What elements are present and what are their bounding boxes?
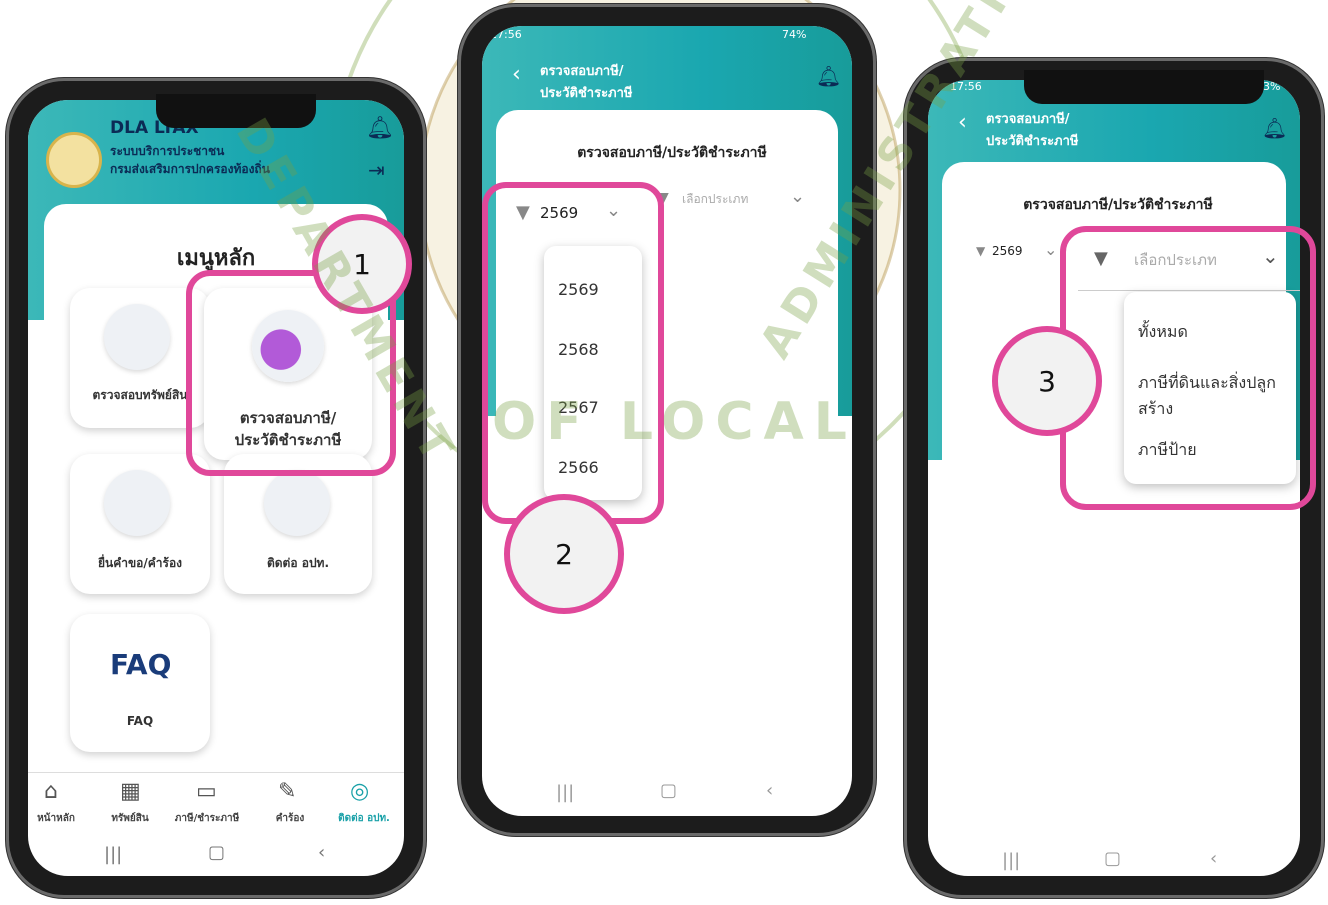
- tab-contact[interactable]: ติดต่อ อปท.: [324, 811, 404, 826]
- clipboard-plus-icon: [104, 470, 170, 536]
- bell-icon[interactable]: 🔔︎: [1262, 116, 1287, 140]
- building-tab-icon[interactable]: ▦: [120, 779, 141, 804]
- android-back-button[interactable]: ‹: [766, 780, 773, 801]
- tab-tax-payment[interactable]: ภาษี/ชำระภาษี: [162, 811, 252, 826]
- android-recents-button[interactable]: |||: [1002, 850, 1020, 871]
- back-chevron-icon[interactable]: ‹: [958, 110, 967, 135]
- edit-icon[interactable]: ✎: [278, 779, 296, 804]
- headphones-icon: [264, 470, 330, 536]
- bell-icon[interactable]: 🔔︎: [366, 116, 394, 141]
- android-home-button[interactable]: ▢: [1104, 848, 1121, 869]
- app-logo: [46, 132, 102, 188]
- filter-icon: ▼: [976, 244, 986, 258]
- android-home-button[interactable]: ▢: [208, 842, 225, 863]
- header-title-2: ประวัติชำระภาษี: [540, 86, 633, 101]
- phone-frame-1: DLA LTAX ระบบบริการประชาชน กรมส่งเสริมกา…: [6, 78, 426, 898]
- android-recents-button[interactable]: |||: [104, 844, 122, 865]
- faq-icon: FAQ: [110, 648, 172, 681]
- status-battery: 74%: [782, 28, 807, 41]
- year-select[interactable]: 2569: [992, 244, 1023, 258]
- bottom-tab-bar: ⌂ หน้าหลัก ▦ ทรัพย์สิน ▭ ภาษี/ชำระภาษี ✎…: [28, 772, 404, 833]
- tile-request[interactable]: ยื่นคำขอ/คำร้อง: [70, 454, 210, 594]
- card-title: ตรวจสอบภาษี/ประวัติชำระภาษี: [577, 145, 767, 161]
- watermark-text-of-local: OF LOCAL: [492, 392, 857, 452]
- card-title: ตรวจสอบภาษี/ประวัติชำระภาษี: [1023, 197, 1213, 213]
- android-home-button[interactable]: ▢: [660, 780, 677, 801]
- tile-contact-label: ติดต่อ อปท.: [266, 556, 330, 570]
- step-badge-3: 3: [992, 326, 1102, 436]
- android-back-button[interactable]: ‹: [1210, 848, 1217, 869]
- step-badge-2: 2: [504, 494, 624, 614]
- building-icon: [104, 304, 170, 370]
- tab-home[interactable]: หน้าหลัก: [28, 811, 84, 826]
- android-back-button[interactable]: ‹: [318, 842, 325, 863]
- tab-property[interactable]: ทรัพย์สิน: [98, 811, 162, 826]
- tile-request-label: ยื่นคำขอ/คำร้อง: [97, 556, 183, 570]
- wallet-icon[interactable]: ▭: [196, 779, 217, 804]
- bell-icon[interactable]: 🔔︎: [816, 64, 841, 88]
- phone1-notch: [156, 94, 316, 128]
- android-recents-button[interactable]: |||: [556, 782, 574, 803]
- tile-faq-label: FAQ: [126, 714, 154, 728]
- type-select[interactable]: เลือกประเภท: [682, 190, 748, 209]
- back-chevron-icon[interactable]: ‹: [512, 62, 521, 87]
- home-icon[interactable]: ⌂: [44, 779, 58, 804]
- header-title-1: ตรวจสอบภาษี/: [540, 64, 624, 79]
- tile-faq[interactable]: FAQ FAQ: [70, 614, 210, 752]
- chevron-down-icon[interactable]: ⌄: [1044, 240, 1057, 259]
- highlight-step-2: [482, 182, 664, 524]
- status-time: 17:56: [490, 28, 522, 41]
- header-title-2: ประวัติชำระภาษี: [986, 134, 1079, 149]
- app-subtitle-1: ระบบบริการประชาชน: [110, 144, 225, 158]
- contact-tab-icon[interactable]: ◎: [350, 779, 369, 804]
- tab-request[interactable]: คำร้อง: [262, 811, 318, 826]
- type-chevron-down-icon[interactable]: ⌄: [790, 186, 805, 207]
- header-title-1: ตรวจสอบภาษี/: [986, 112, 1070, 127]
- logout-icon[interactable]: ⇥: [368, 158, 385, 182]
- phone3-notch: [1024, 70, 1264, 104]
